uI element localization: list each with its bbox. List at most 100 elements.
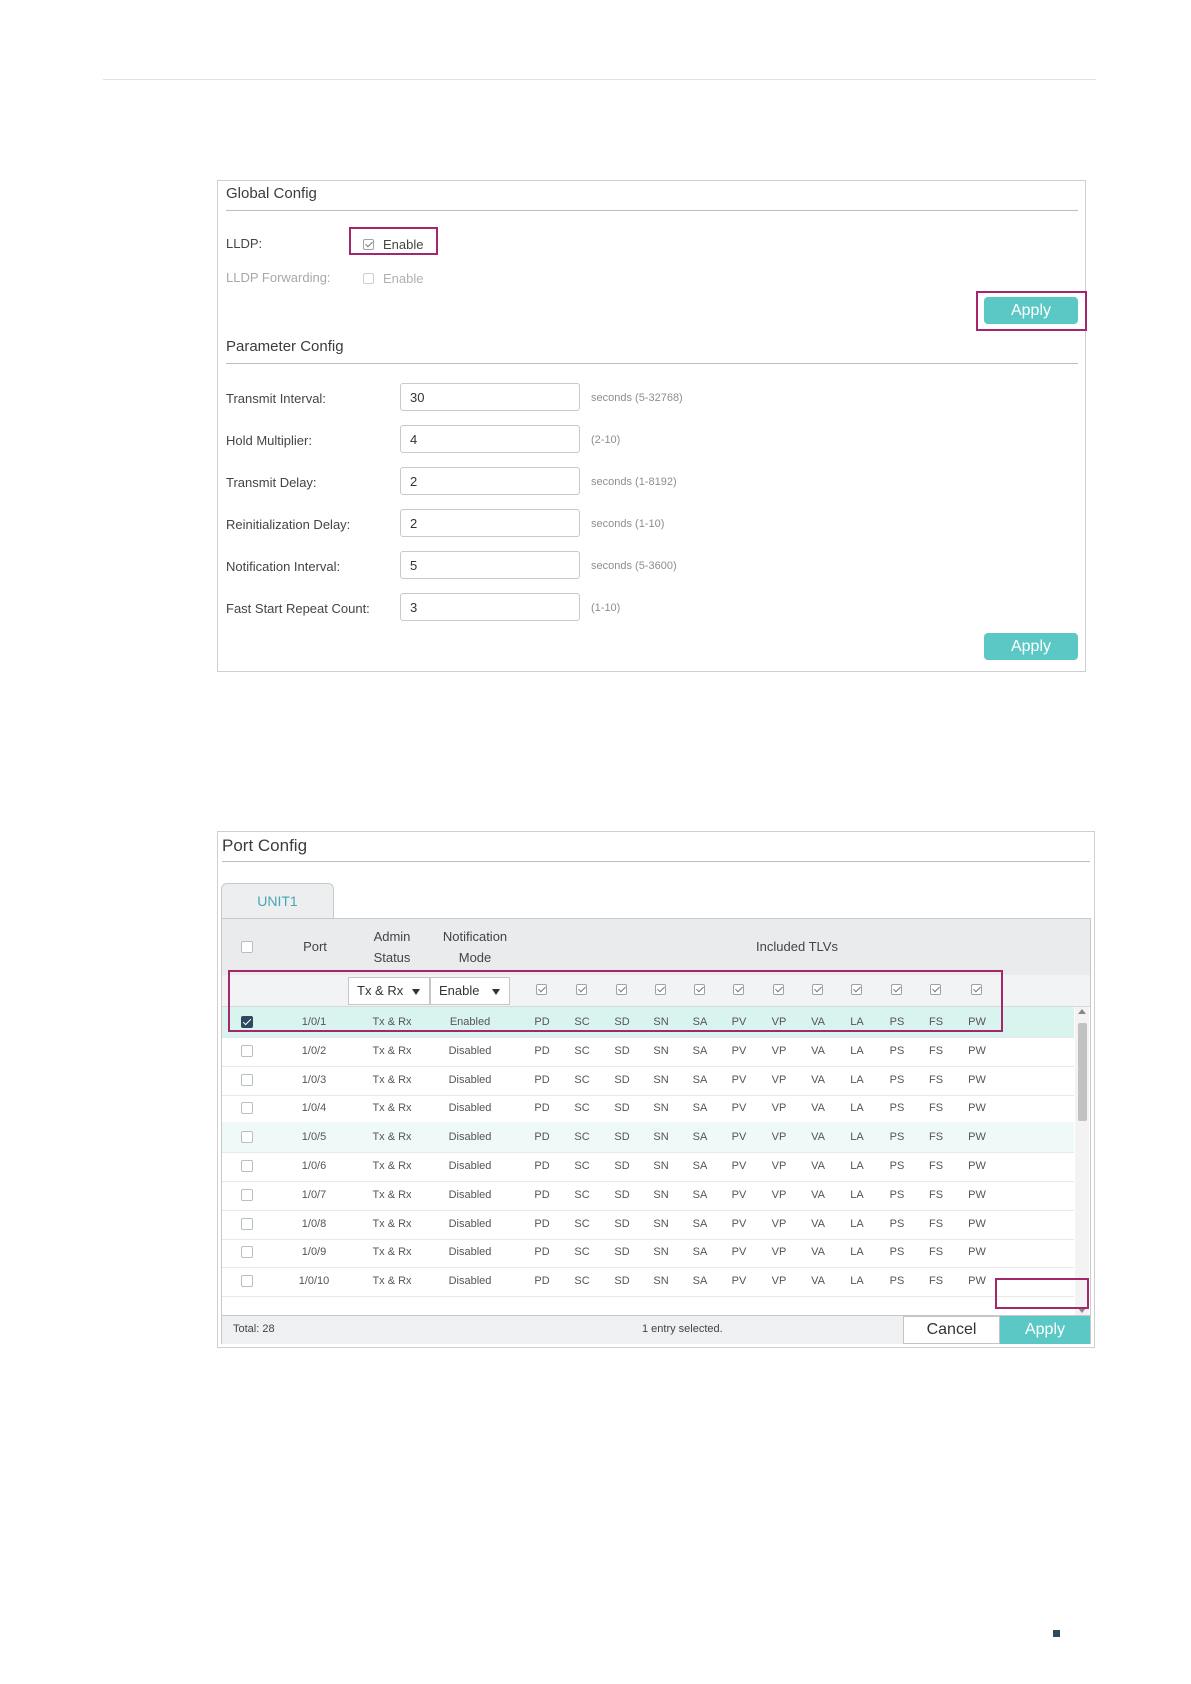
- tlv-cell-pv: PV: [731, 1217, 747, 1230]
- reinitialization-delay-input[interactable]: [400, 509, 580, 537]
- parameter-apply-button[interactable]: Apply: [984, 633, 1078, 660]
- row-checkbox[interactable]: [241, 1217, 253, 1230]
- edit-rows-highlight-box: [228, 970, 1003, 1032]
- scroll-up-icon[interactable]: [1078, 1009, 1086, 1014]
- row-checkbox[interactable]: [241, 1160, 253, 1172]
- port-cell: 1/0/2: [301, 1044, 327, 1057]
- tlv-cell-pv: PV: [731, 1044, 747, 1057]
- page-corner-mark: [1053, 1630, 1060, 1637]
- table-row[interactable]: 1/0/6 Tx & Rx Disabled PD SC SD SN SA PV VP VA LA PS…: [222, 1151, 1074, 1182]
- notification-mode-cell: Disabled: [448, 1102, 492, 1115]
- table-row[interactable]: 1/0/2 Tx & Rx Disabled PD SC SD SN SA PV VP VA LA PS…: [222, 1036, 1074, 1067]
- tlv-cell-fs: FS: [928, 1102, 944, 1115]
- tlv-cell-pw: PW: [968, 1073, 986, 1086]
- tlv-cell-pw: PW: [968, 1044, 986, 1057]
- admin-status-header-line2: Status: [373, 950, 411, 965]
- tlv-cell-ps: PS: [889, 1160, 905, 1172]
- fast-start-repeat-count-input[interactable]: [400, 593, 580, 621]
- global-config-title: Global Config: [226, 185, 317, 202]
- tlv-cell-pv: PV: [731, 1275, 747, 1288]
- table-row[interactable]: 1/0/8 Tx & Rx Disabled PD SC SD SN SA PV VP VA LA PS…: [222, 1209, 1074, 1240]
- hold-multiplier-input[interactable]: [400, 425, 580, 453]
- table-row[interactable]: 1/0/9 Tx & Rx Disabled PD SC SD SN SA PV VP VA LA PS…: [222, 1237, 1074, 1269]
- tlv-cell-sa: SA: [692, 1217, 708, 1230]
- port-apply-button[interactable]: Apply: [1000, 1316, 1090, 1344]
- row-checkbox[interactable]: [241, 1131, 253, 1144]
- tlv-cell-la: LA: [850, 1102, 864, 1115]
- tlv-cell-pw: PW: [968, 1131, 986, 1144]
- row-checkbox[interactable]: [241, 1073, 253, 1086]
- transmit-delay-input[interactable]: [400, 467, 580, 495]
- row-checkbox[interactable]: [241, 1188, 253, 1201]
- lldp-forwarding-text: Enable: [383, 271, 424, 287]
- tlv-cell-vp: VP: [771, 1160, 787, 1172]
- tlv-cell-vp: VP: [771, 1246, 787, 1259]
- select-all-checkbox[interactable]: [241, 941, 253, 953]
- tlv-cell-sa: SA: [692, 1102, 708, 1115]
- tlv-cell-sn: SN: [653, 1073, 669, 1086]
- tlv-cell-va: VA: [811, 1217, 825, 1230]
- tlv-cell-la: LA: [850, 1044, 864, 1057]
- notification-mode-header-line2: Mode: [458, 950, 492, 965]
- tlv-cell-la: LA: [850, 1188, 864, 1201]
- tlv-cell-fs: FS: [928, 1131, 944, 1144]
- row-checkbox[interactable]: [241, 1102, 253, 1115]
- tlv-cell-sd: SD: [614, 1073, 630, 1086]
- tlv-cell-pv: PV: [731, 1073, 747, 1086]
- transmit-interval-input[interactable]: [400, 383, 580, 411]
- hold-multiplier-hint: (2-10): [591, 434, 621, 446]
- notification-interval-input[interactable]: [400, 551, 580, 579]
- tlv-cell-pw: PW: [968, 1246, 986, 1259]
- table-row[interactable]: 1/0/5 Tx & Rx Disabled PD SC SD SN SA PV VP VA LA PS…: [222, 1122, 1074, 1154]
- table-row[interactable]: 1/0/4 Tx & Rx Disabled PD SC SD SN SA PV VP VA LA PS…: [222, 1093, 1074, 1125]
- lldp-forwarding-label: LLDP Forwarding:: [226, 270, 331, 285]
- tlv-cell-sc: SC: [574, 1044, 590, 1057]
- scroll-thumb[interactable]: [1078, 1023, 1087, 1121]
- tlv-cell-vp: VP: [771, 1102, 787, 1115]
- table-row[interactable]: 1/0/3 Tx & Rx Disabled PD SC SD SN SA PV VP VA LA PS…: [222, 1065, 1074, 1096]
- tlv-cell-ps: PS: [889, 1131, 905, 1144]
- notification-mode-column-header: Notification Mode: [430, 926, 520, 968]
- admin-status-cell: Tx & Rx: [372, 1044, 412, 1057]
- notification-mode-cell: Disabled: [448, 1275, 492, 1288]
- table-row[interactable]: 1/0/7 Tx & Rx Disabled PD SC SD SN SA PV VP VA LA PS…: [222, 1180, 1074, 1211]
- tlv-cell-pw: PW: [968, 1275, 986, 1288]
- table-scrollbar[interactable]: [1075, 1007, 1089, 1315]
- row-checkbox[interactable]: [241, 1044, 253, 1057]
- tlv-cell-sd: SD: [614, 1188, 630, 1201]
- tlv-cell-sn: SN: [653, 1246, 669, 1259]
- admin-status-cell: Tx & Rx: [372, 1073, 412, 1086]
- cancel-button[interactable]: Cancel: [903, 1316, 1000, 1344]
- admin-status-cell: Tx & Rx: [372, 1275, 412, 1288]
- port-cell: 1/0/4: [301, 1102, 327, 1115]
- lldp-forwarding-option[interactable]: Enable: [363, 270, 423, 286]
- admin-status-cell: Tx & Rx: [372, 1246, 412, 1259]
- tlv-cell-sa: SA: [692, 1044, 708, 1057]
- transmit-delay-label: Transmit Delay:: [226, 475, 317, 490]
- admin-status-column-header: Admin Status: [352, 926, 432, 968]
- lldp-forwarding-checkbox[interactable]: [363, 273, 374, 285]
- tlv-cell-pw: PW: [968, 1217, 986, 1230]
- admin-status-header-line1: Admin: [373, 929, 411, 944]
- tab-unit1[interactable]: UNIT1: [221, 883, 334, 919]
- port-cell: 1/0/5: [301, 1131, 327, 1144]
- tlv-cell-la: LA: [850, 1073, 864, 1086]
- tlv-cell-pd: PD: [534, 1275, 550, 1288]
- tlv-cell-ps: PS: [889, 1102, 905, 1115]
- tlv-cell-va: VA: [811, 1188, 825, 1201]
- admin-status-cell: Tx & Rx: [372, 1188, 412, 1201]
- port-cell: 1/0/7: [301, 1188, 327, 1201]
- tlv-cell-sd: SD: [614, 1246, 630, 1259]
- tlv-cell-fs: FS: [928, 1217, 944, 1230]
- row-checkbox[interactable]: [241, 1275, 253, 1288]
- tlv-cell-sn: SN: [653, 1044, 669, 1057]
- tlv-cell-sc: SC: [574, 1217, 590, 1230]
- notification-mode-cell: Disabled: [448, 1131, 492, 1144]
- table-row[interactable]: 1/0/10 Tx & Rx Disabled PD SC SD SN SA PV VP VA LA P…: [222, 1266, 1074, 1298]
- notification-mode-cell: Disabled: [448, 1246, 492, 1259]
- lldp-label: LLDP:: [226, 236, 263, 251]
- row-checkbox[interactable]: [241, 1246, 253, 1259]
- tlv-cell-sd: SD: [614, 1160, 630, 1172]
- lldp-config-panel: Global Config LLDP: Enable LLDP Forwardi…: [217, 180, 1087, 672]
- port-cell: 1/0/8: [301, 1217, 327, 1230]
